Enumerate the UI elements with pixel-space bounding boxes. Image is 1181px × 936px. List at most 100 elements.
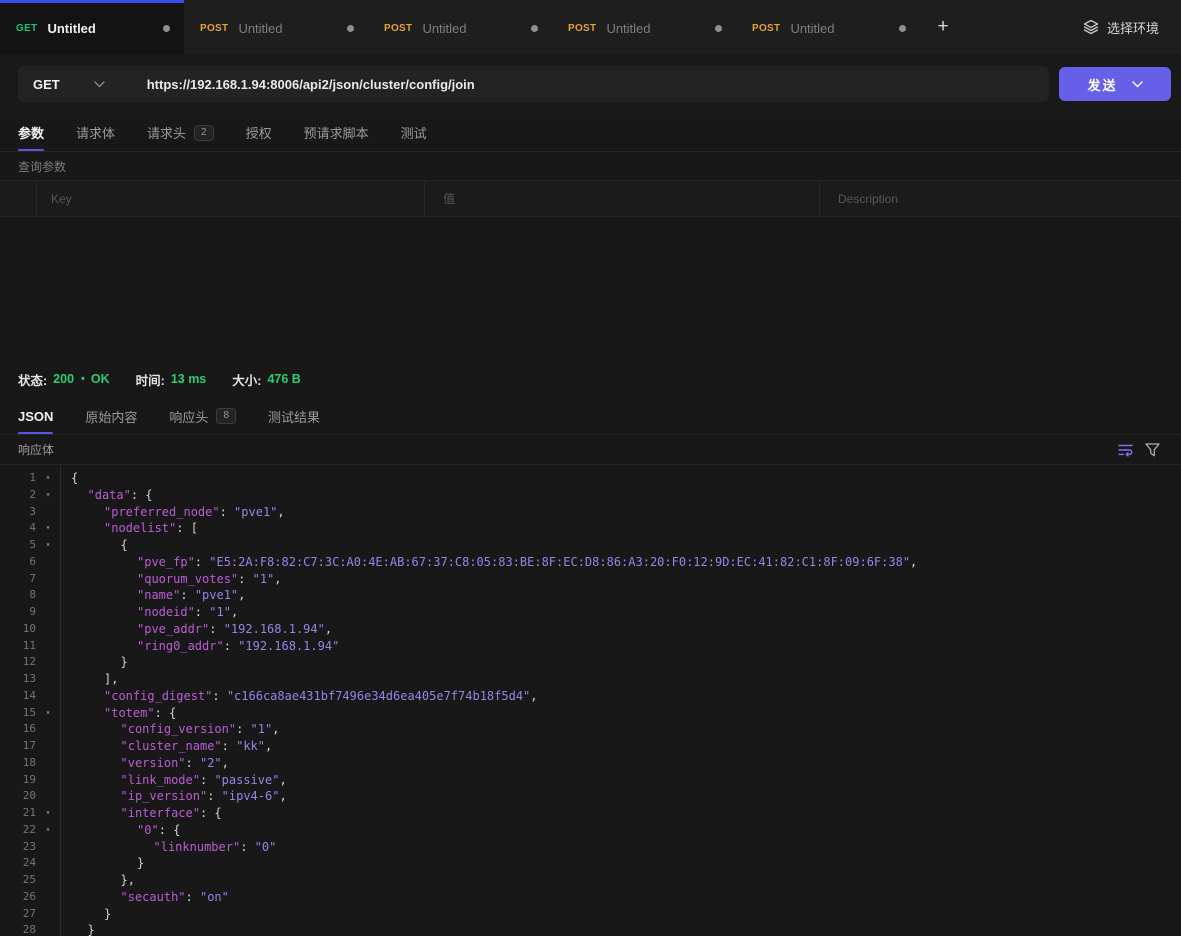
json-response-viewer[interactable]: 1▾{2▾"data": {3"preferred_node": "pve1",… xyxy=(0,465,1181,936)
json-key: "linknumber" xyxy=(154,840,241,854)
json-key: "nodeid" xyxy=(137,605,195,619)
query-params-label: 查询参数 xyxy=(18,158,66,175)
response-tab-响应头[interactable]: 响应头8 xyxy=(169,398,236,434)
document-tab-strip: GETUntitledPOSTUntitledPOSTUntitledPOSTU… xyxy=(0,0,1181,54)
document-tab-title: Untitled xyxy=(47,21,155,36)
response-tab-count-badge: 8 xyxy=(216,408,236,424)
line-number: 25 xyxy=(0,872,36,889)
document-tab-5[interactable]: POSTUntitled xyxy=(736,0,920,54)
method-select-value: GET xyxy=(33,77,60,92)
query-params-section: 查询参数 xyxy=(0,152,1181,180)
json-value: "ipv4-6" xyxy=(222,789,280,803)
line-number: 16 xyxy=(0,721,36,738)
document-tab-2[interactable]: POSTUntitled xyxy=(184,0,368,54)
code-line: 10"pve_addr": "192.168.1.94", xyxy=(0,621,1181,638)
json-punctuation: : [ xyxy=(176,521,198,535)
request-tab-授权[interactable]: 授权 xyxy=(246,114,272,151)
send-options-chevron-icon[interactable] xyxy=(1132,81,1143,88)
code-line-content: } xyxy=(71,906,111,923)
json-key: "config_version" xyxy=(121,722,237,736)
code-line: 24} xyxy=(0,855,1181,872)
code-line: 3"preferred_node": "pve1", xyxy=(0,504,1181,521)
json-key: "interface" xyxy=(121,806,200,820)
document-tab-4[interactable]: POSTUntitled xyxy=(552,0,736,54)
params-table-empty-area xyxy=(0,217,1181,360)
json-punctuation: : xyxy=(195,555,209,569)
line-number: 15 xyxy=(0,705,36,722)
json-punctuation: : xyxy=(195,605,209,619)
send-button[interactable]: 发送 xyxy=(1059,67,1171,101)
request-tab-预请求脚本[interactable]: 预请求脚本 xyxy=(304,114,369,151)
line-number: 2 xyxy=(0,487,36,504)
json-key: "pve_addr" xyxy=(137,622,209,636)
json-punctuation: , xyxy=(272,722,279,736)
fold-arrow-icon[interactable]: ▾ xyxy=(36,822,60,839)
response-tabs: JSON 原始内容响应头8 测试结果 xyxy=(0,398,1181,435)
fold-arrow-icon[interactable]: ▾ xyxy=(36,520,60,537)
response-tab-原始内容[interactable]: 原始内容 xyxy=(85,398,137,434)
json-value: "2" xyxy=(200,756,222,770)
line-number: 27 xyxy=(0,906,36,923)
json-punctuation: : xyxy=(238,572,252,586)
request-tab-请求体[interactable]: 请求体 xyxy=(76,114,115,151)
json-key: "version" xyxy=(121,756,186,770)
json-punctuation: : { xyxy=(131,488,153,502)
code-line: 8"name": "pve1", xyxy=(0,587,1181,604)
json-key: "0" xyxy=(137,823,159,837)
code-line: 20"ip_version": "ipv4-6", xyxy=(0,788,1181,805)
fold-arrow-icon[interactable]: ▾ xyxy=(36,537,60,554)
request-tab-测试[interactable]: 测试 xyxy=(401,114,427,151)
url-input[interactable]: https://192.168.1.94:8006/api2/json/clus… xyxy=(123,77,475,92)
code-line: 18"version": "2", xyxy=(0,755,1181,772)
params-value-column-header: 值 xyxy=(425,181,820,216)
code-line: 15▾ "totem": { xyxy=(0,705,1181,722)
line-number: 23 xyxy=(0,839,36,856)
line-number: 22 xyxy=(0,822,36,839)
code-line: 9"nodeid": "1", xyxy=(0,604,1181,621)
json-key: "pve_fp" xyxy=(137,555,195,569)
json-key: "totem" xyxy=(104,706,155,720)
code-line: 25}, xyxy=(0,872,1181,889)
fold-arrow-icon[interactable]: ▾ xyxy=(36,470,60,487)
unsaved-dot-indicator xyxy=(899,25,906,32)
status-separator-dot: • xyxy=(81,373,85,385)
code-line-content: { xyxy=(71,537,128,554)
response-tab-测试结果[interactable]: 测试结果 xyxy=(268,398,320,434)
json-punctuation: : xyxy=(209,622,223,636)
fold-arrow-icon[interactable]: ▾ xyxy=(36,705,60,722)
code-line-content: "preferred_node": "pve1", xyxy=(71,504,285,521)
request-tab-label: 请求头 xyxy=(147,123,186,142)
code-line-content: "link_mode": "passive", xyxy=(71,772,287,789)
line-number: 7 xyxy=(0,571,36,588)
plus-icon: + xyxy=(937,16,948,38)
document-tab-3[interactable]: POSTUntitled xyxy=(368,0,552,54)
code-line: 5▾ { xyxy=(0,537,1181,554)
json-key: "name" xyxy=(137,588,180,602)
code-line-content: ], xyxy=(71,671,118,688)
fold-arrow-icon[interactable]: ▾ xyxy=(36,805,60,822)
wrap-text-icon[interactable] xyxy=(1113,439,1139,461)
new-tab-button[interactable]: + xyxy=(920,0,966,54)
json-value: "c166ca8ae431bf7496e34d6ea405e7f74b18f5d… xyxy=(227,689,530,703)
json-punctuation: , xyxy=(274,572,281,586)
method-select[interactable]: GET xyxy=(18,77,123,92)
json-punctuation: : xyxy=(200,773,214,787)
json-value: "kk" xyxy=(236,739,265,753)
response-tab-JSON[interactable]: JSON xyxy=(18,398,53,434)
document-tab-1[interactable]: GETUntitled xyxy=(0,0,184,54)
environment-selector[interactable]: 选择环境 xyxy=(1061,0,1181,54)
json-punctuation: : xyxy=(220,505,234,519)
fold-arrow-icon[interactable]: ▾ xyxy=(36,487,60,504)
code-line-content: "0": { xyxy=(71,822,180,839)
unsaved-dot-indicator xyxy=(531,25,538,32)
json-punctuation: : xyxy=(186,756,200,770)
request-tab-请求头[interactable]: 请求头2 xyxy=(147,114,214,151)
json-value: "on" xyxy=(200,890,229,904)
params-row-handle-column xyxy=(0,181,37,216)
request-tab-参数[interactable]: 参数 xyxy=(18,114,44,151)
json-punctuation: : { xyxy=(155,706,177,720)
json-punctuation: : xyxy=(240,840,254,854)
line-number: 5 xyxy=(0,537,36,554)
filter-icon[interactable] xyxy=(1139,439,1165,461)
size-label: 大小: xyxy=(232,370,261,389)
